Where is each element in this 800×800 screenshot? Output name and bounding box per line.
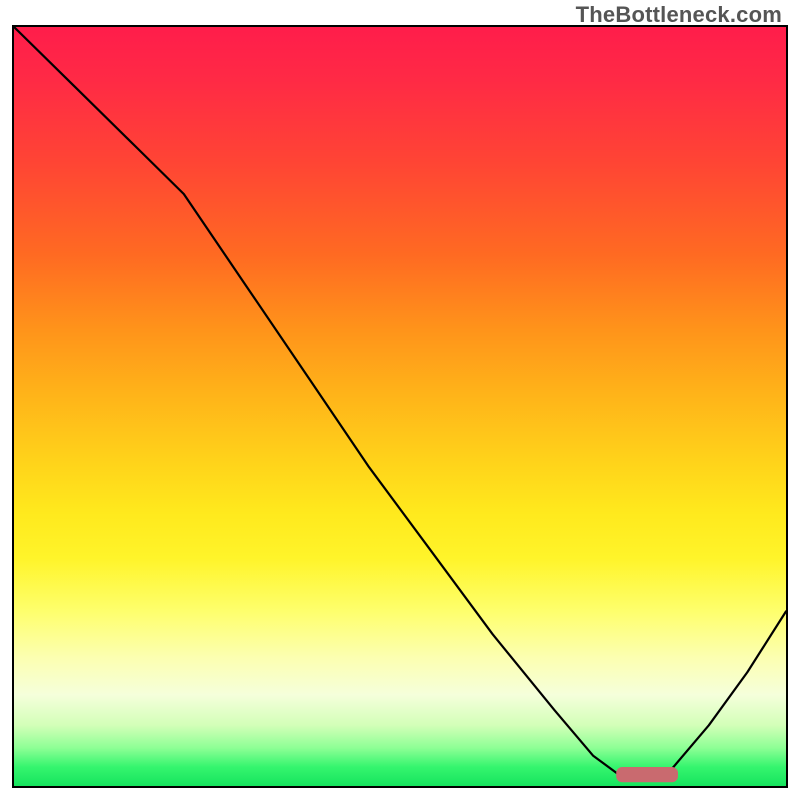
optimal-marker <box>616 767 678 782</box>
curve-overlay <box>14 27 786 786</box>
bottleneck-curve <box>14 27 786 778</box>
plot-area <box>12 25 788 788</box>
chart-container: TheBottleneck.com <box>0 0 800 800</box>
